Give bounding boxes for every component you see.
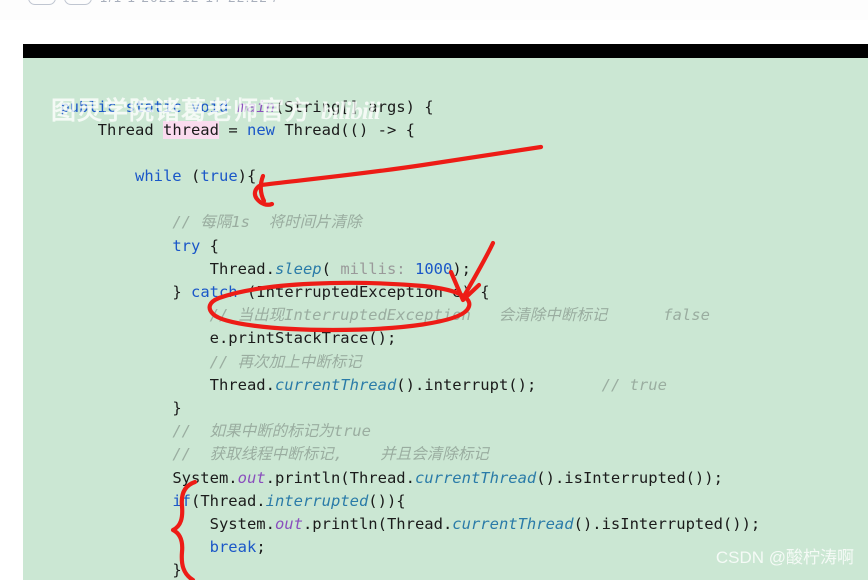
code-token: // 每隔1s 将时间片清除 [172, 213, 362, 232]
pill-icon-1 [28, 0, 56, 5]
code-token: e.printStackTrace(); [209, 329, 397, 348]
code-token: // 再次加上中断标记 [209, 352, 362, 371]
code-token: ()){ [368, 491, 406, 510]
code-token: ().isInterrupted()); [536, 468, 723, 487]
code-token: millis: [340, 259, 406, 278]
code-token: new [246, 120, 275, 139]
code-block[interactable]: public static void main(String[] args) {… [23, 74, 760, 580]
code-token: ; [256, 538, 266, 557]
code-token: break [209, 538, 257, 557]
code-line[interactable]: } [23, 397, 760, 420]
code-line[interactable]: // 获取线程中断标记, 并且会清除标记 [23, 443, 760, 466]
code-line[interactable]: // 当出现InterruptedException 会清除中断标记 false [23, 304, 760, 327]
code-token: // 获取线程中断标记, 并且会清除标记 [172, 445, 489, 464]
code-line[interactable]: // 每隔1s 将时间片清除 [23, 211, 760, 234]
code-token: System. [172, 468, 238, 487]
code-line[interactable]: try { [23, 235, 760, 258]
code-token: } [172, 398, 182, 417]
code-token: } [172, 283, 191, 301]
code-line[interactable]: while (true){ [23, 165, 760, 188]
code-line[interactable]: System.out.println(Thread.currentThread(… [23, 513, 761, 536]
code-token: } [172, 561, 182, 580]
code-token: catch [190, 283, 238, 301]
code-token: ){ [237, 167, 257, 186]
code-token: Thread(() -> { [274, 120, 415, 139]
screenshot-body: public static void main(String[] args) {… [23, 44, 868, 580]
code-token: = [218, 120, 247, 139]
code-token: { [200, 236, 219, 255]
code-line[interactable]: e.printStackTrace(); [23, 327, 760, 350]
top-app-strip: 1/1 1 2021-12-17 22:22 / [0, 0, 868, 20]
code-token: currentThread [414, 468, 537, 487]
code-line[interactable]: if(Thread.interrupted()){ [23, 490, 760, 513]
code-token: // 如果中断的标记为true [172, 422, 371, 441]
top-app-strip-text: 1/1 1 2021-12-17 22:22 / [28, 0, 278, 5]
code-token: Thread. [209, 259, 275, 278]
code-line[interactable]: } catch (InterruptedException e) { [23, 281, 760, 304]
code-token: true [200, 167, 238, 186]
code-token: System. [209, 514, 275, 533]
code-editor-pane[interactable]: public static void main(String[] args) {… [23, 58, 868, 580]
code-token: public static void [60, 97, 238, 116]
code-line[interactable]: Thread.currentThread().interrupt(); // t… [23, 374, 760, 397]
code-line[interactable]: System.out.println(Thread.currentThread(… [23, 467, 760, 490]
code-token: ( [181, 167, 201, 186]
code-token: out [274, 514, 303, 533]
code-token: // true [601, 375, 667, 394]
code-line[interactable]: } [23, 559, 760, 580]
code-token: 1000 [414, 259, 453, 278]
code-token: (String[] args) { [274, 97, 434, 116]
code-line[interactable] [23, 188, 760, 211]
top-strip-label: 1/1 1 2021-12-17 22:22 / [100, 0, 278, 5]
code-line[interactable]: // 如果中断的标记为true [23, 420, 760, 443]
code-token: (Thread. [190, 491, 266, 510]
code-line[interactable]: break; [23, 536, 760, 559]
code-token: currentThread [452, 514, 574, 533]
code-token: currentThread [274, 375, 397, 394]
code-token: ); [452, 259, 471, 278]
code-token: (InterruptedException e) { [237, 283, 490, 301]
code-token: thread [162, 120, 219, 139]
code-token: ().isInterrupted()); [573, 514, 761, 533]
code-token: ().interrupt(); [396, 375, 602, 394]
black-separator-bar [23, 44, 868, 58]
code-line[interactable]: // 再次加上中断标记 [23, 351, 760, 374]
code-token: Thread [97, 120, 163, 139]
code-token: main [237, 97, 275, 116]
code-token: ( [321, 259, 341, 278]
screenshot-page: 1/1 1 2021-12-17 22:22 / public static v… [0, 0, 868, 580]
code-token: // 当出现InterruptedException 会清除中断标记 false [209, 306, 710, 325]
code-token: if [172, 491, 191, 510]
code-token: out [237, 468, 266, 487]
code-line[interactable]: Thread thread = new Thread(() -> { [23, 119, 760, 142]
code-token: .println(Thread. [302, 514, 453, 533]
code-token: try [172, 236, 201, 255]
pill-icon-2 [64, 0, 92, 5]
code-token: .println(Thread. [265, 468, 415, 487]
code-token: Thread. [209, 375, 275, 394]
code-line[interactable] [23, 142, 760, 165]
code-line[interactable]: public static void main(String[] args) { [23, 96, 760, 119]
code-token: while [134, 167, 182, 186]
code-line[interactable]: Thread.sleep( millis: 1000); [23, 258, 760, 281]
code-token: sleep [274, 259, 322, 278]
code-token: interrupted [265, 491, 369, 510]
